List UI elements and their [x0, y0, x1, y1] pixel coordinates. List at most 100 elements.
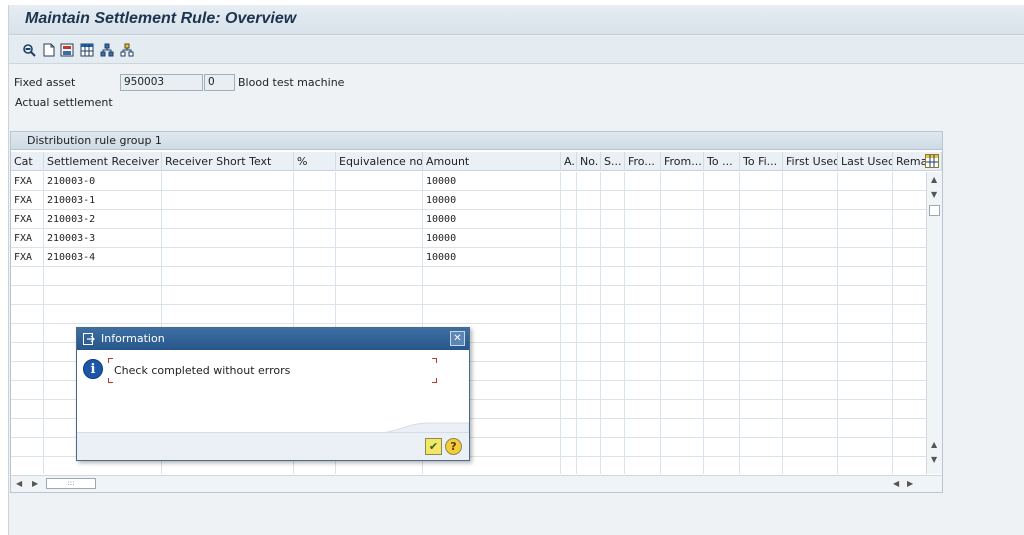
column-header[interactable]: No. [577, 152, 601, 171]
table-row[interactable]: FXA 210003-2 10000 [11, 210, 926, 229]
table-cell[interactable] [601, 191, 625, 210]
table-cell[interactable] [561, 286, 577, 305]
scroll-up-bottom-icon[interactable]: ▲ [931, 440, 937, 449]
table-cell[interactable] [601, 362, 625, 381]
table-cell[interactable] [601, 438, 625, 457]
column-header[interactable]: S... [601, 152, 625, 171]
table-cell[interactable] [740, 191, 783, 210]
table-cell[interactable] [577, 362, 601, 381]
table-cell[interactable] [162, 305, 294, 324]
table-cell[interactable] [661, 400, 704, 419]
column-header[interactable]: First Used [783, 152, 838, 171]
table-cell[interactable] [783, 419, 838, 438]
table-cell[interactable] [704, 381, 740, 400]
table-cell[interactable] [661, 210, 704, 229]
table-cell[interactable] [783, 381, 838, 400]
table-cell[interactable] [577, 305, 601, 324]
table-cell[interactable] [838, 343, 893, 362]
table-cell[interactable] [740, 381, 783, 400]
table-cell[interactable] [838, 457, 893, 474]
tree-icon[interactable] [119, 42, 135, 58]
table-cell[interactable] [601, 457, 625, 474]
scroll-left-icon[interactable]: ◀ [16, 479, 22, 488]
table-cell[interactable] [561, 362, 577, 381]
table-cell[interactable] [783, 191, 838, 210]
table-cell[interactable] [783, 229, 838, 248]
table-cell[interactable] [601, 267, 625, 286]
table-cell[interactable] [783, 305, 838, 324]
table-cell[interactable] [625, 248, 661, 267]
table-cell[interactable]: FXA [11, 248, 44, 267]
table-cell[interactable]: 210003-3 [44, 229, 162, 248]
table-cell[interactable] [740, 229, 783, 248]
table-cell[interactable] [336, 210, 423, 229]
table-cell[interactable] [783, 286, 838, 305]
table-cell[interactable]: 210003-2 [44, 210, 162, 229]
table-cell[interactable] [704, 286, 740, 305]
save-layout-icon[interactable] [59, 42, 75, 58]
table-cell[interactable] [625, 438, 661, 457]
table-cell[interactable] [162, 267, 294, 286]
table-cell[interactable] [838, 286, 893, 305]
column-header[interactable]: Last Used [838, 152, 893, 171]
table-cell[interactable] [11, 381, 44, 400]
table-cell[interactable] [661, 438, 704, 457]
table-cell[interactable] [838, 267, 893, 286]
table-cell[interactable] [44, 286, 162, 305]
table-cell[interactable] [740, 343, 783, 362]
table-cell[interactable] [601, 381, 625, 400]
table-cell[interactable] [336, 286, 423, 305]
table-cell[interactable] [625, 400, 661, 419]
table-cell[interactable] [893, 229, 926, 248]
table-cell[interactable] [577, 343, 601, 362]
table-cell[interactable] [740, 457, 783, 474]
table-cell[interactable] [162, 286, 294, 305]
table-cell[interactable] [561, 438, 577, 457]
table-cell[interactable] [577, 381, 601, 400]
table-cell[interactable] [893, 362, 926, 381]
table-cell[interactable] [11, 457, 44, 474]
table-cell[interactable] [704, 191, 740, 210]
table-cell[interactable] [661, 191, 704, 210]
table-cell[interactable] [661, 267, 704, 286]
table-cell[interactable] [11, 267, 44, 286]
table-cell[interactable] [704, 419, 740, 438]
table-cell[interactable] [561, 191, 577, 210]
scroll-down-icon[interactable]: ▼ [931, 190, 937, 199]
table-cell[interactable] [661, 248, 704, 267]
table-cell[interactable] [838, 191, 893, 210]
table-cell[interactable] [838, 419, 893, 438]
table-cell[interactable] [577, 248, 601, 267]
table-cell[interactable] [162, 210, 294, 229]
table-cell[interactable] [11, 305, 44, 324]
scroll-thumb[interactable] [929, 205, 940, 216]
table-cell[interactable] [336, 191, 423, 210]
table-cell[interactable] [423, 305, 561, 324]
table-row[interactable]: FXA 210003-0 10000 [11, 172, 926, 191]
table-cell[interactable] [601, 248, 625, 267]
table-cell[interactable]: 10000 [423, 229, 561, 248]
table-cell[interactable] [740, 267, 783, 286]
table-cell[interactable] [838, 324, 893, 343]
table-settings-icon[interactable] [925, 154, 939, 168]
table-cell[interactable]: FXA [11, 191, 44, 210]
table-cell[interactable] [783, 172, 838, 191]
table-cell[interactable] [44, 267, 162, 286]
table-cell[interactable] [893, 400, 926, 419]
table-cell[interactable] [625, 286, 661, 305]
table-cell[interactable] [740, 248, 783, 267]
table-cell[interactable]: 10000 [423, 191, 561, 210]
table-cell[interactable] [11, 343, 44, 362]
table-cell[interactable] [601, 400, 625, 419]
table-cell[interactable] [661, 172, 704, 191]
table-cell[interactable] [336, 229, 423, 248]
magnifier-icon[interactable] [21, 42, 37, 58]
table-cell[interactable] [625, 343, 661, 362]
table-cell[interactable] [625, 457, 661, 474]
table-cell[interactable] [740, 172, 783, 191]
column-header[interactable]: To Fi... [740, 152, 783, 171]
table-cell[interactable] [561, 324, 577, 343]
ok-button[interactable]: ✔ [425, 438, 442, 455]
table-cell[interactable] [704, 210, 740, 229]
table-cell[interactable]: 210003-4 [44, 248, 162, 267]
